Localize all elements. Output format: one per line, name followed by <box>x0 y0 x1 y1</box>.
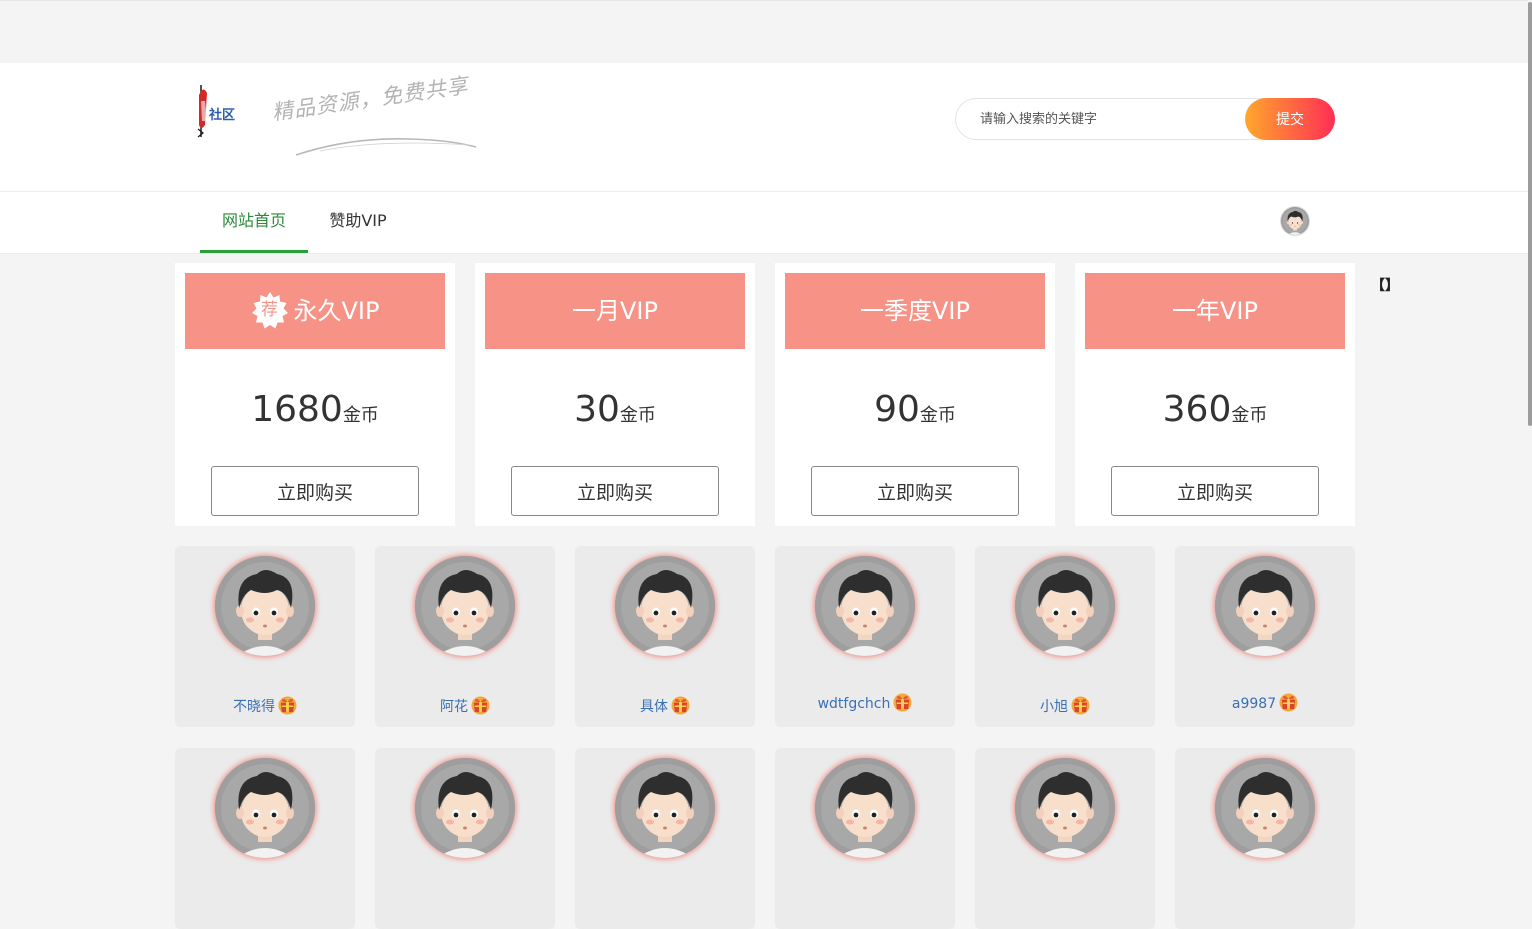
plan-title: 一月VIP <box>572 297 658 325</box>
vip-gift-icon <box>278 696 297 715</box>
member-card[interactable]: a9987 <box>1175 546 1355 727</box>
member-avatar-icon[interactable] <box>615 758 715 858</box>
plan-header: 一年VIP <box>1085 273 1345 349</box>
member-name[interactable]: wdtfgchch <box>818 696 891 712</box>
slogan-text: 精品资源，免费共享 <box>270 73 470 125</box>
plan-price: 360金币 <box>1075 389 1355 430</box>
main-nav: 网站首页 赞助VIP <box>0 192 1528 254</box>
member-card[interactable]: 具体 <box>575 546 755 727</box>
price-unit: 金币 <box>1231 405 1268 426</box>
buy-now-button[interactable]: 立即购买 <box>211 466 419 516</box>
member-card[interactable]: 阿花 <box>375 546 555 727</box>
vip-plan-card: 荐永久VIP 1680金币 立即购买 <box>175 263 455 526</box>
price-value: 30 <box>574 389 620 430</box>
vip-plan-card: 一月VIP 30金币 立即购买 <box>475 263 755 526</box>
member-card[interactable]: wdtfgchch <box>775 546 955 727</box>
buy-now-button[interactable]: 立即购买 <box>811 466 1019 516</box>
scrollbar-thumb[interactable] <box>1528 2 1532 426</box>
price-unit: 金币 <box>619 405 656 426</box>
member-avatar-icon[interactable] <box>815 758 915 858</box>
recommend-badge-text: 荐 <box>261 299 279 320</box>
plan-title: 一年VIP <box>1172 297 1258 325</box>
plan-header: 一季度VIP <box>785 273 1045 349</box>
plan-price: 30金币 <box>475 389 755 430</box>
member-avatar-icon[interactable] <box>415 556 515 656</box>
member-avatar-icon[interactable] <box>215 556 315 656</box>
price-value: 90 <box>874 389 920 430</box>
member-card[interactable] <box>375 748 555 929</box>
member-avatar-icon[interactable] <box>815 556 915 656</box>
site-slogan: 精品资源，免费共享 <box>270 73 485 161</box>
member-avatar-icon[interactable] <box>1215 758 1315 858</box>
search-form: 提交 <box>955 98 1335 140</box>
member-name[interactable]: a9987 <box>1232 696 1276 712</box>
plan-price: 1680金币 <box>175 389 455 430</box>
price-value: 1680 <box>251 389 343 430</box>
vip-gift-icon <box>471 696 490 715</box>
bracket-text: 【】 <box>1371 278 1399 294</box>
member-avatar-icon[interactable] <box>1015 758 1115 858</box>
vip-gift-icon <box>893 693 912 712</box>
member-card[interactable] <box>175 748 355 929</box>
member-card[interactable]: 小旭 <box>975 546 1155 727</box>
member-card[interactable] <box>575 748 755 929</box>
plan-header: 荐永久VIP <box>185 273 445 349</box>
slogan-swoosh <box>295 138 477 156</box>
recommend-badge-icon: 荐 <box>251 291 289 329</box>
plan-price: 90金币 <box>775 389 1055 430</box>
member-avatar-icon[interactable] <box>1215 556 1315 656</box>
member-avatar-icon[interactable] <box>415 758 515 858</box>
vip-gift-icon <box>671 696 690 715</box>
vip-gift-icon <box>1279 693 1298 712</box>
search-input[interactable] <box>955 98 1265 140</box>
site-header: 社区 精品资源，免费共享 提交 <box>0 63 1528 192</box>
top-bar <box>0 0 1532 63</box>
member-name[interactable]: 阿花 <box>440 699 468 715</box>
member-name-link[interactable]: a9987 <box>1175 696 1355 712</box>
price-value: 360 <box>1162 389 1232 430</box>
member-name-link[interactable]: 小旭 <box>975 696 1155 716</box>
member-card[interactable] <box>1175 748 1355 929</box>
member-avatar-icon[interactable] <box>615 556 715 656</box>
member-avatar-icon[interactable] <box>1015 556 1115 656</box>
vip-gift-icon <box>1071 696 1090 715</box>
plan-header: 一月VIP <box>485 273 745 349</box>
vip-plan-card: 一季度VIP 90金币 立即购买 <box>775 263 1055 526</box>
member-name-link[interactable]: 阿花 <box>375 696 555 716</box>
vip-plan-card: 一年VIP 360金币 立即购买 <box>1075 263 1355 526</box>
member-card[interactable]: 不晓得 <box>175 546 355 727</box>
page-scrollbar[interactable] <box>1528 0 1532 791</box>
nav-item-home[interactable]: 网站首页 <box>200 192 308 253</box>
member-name[interactable]: 不晓得 <box>233 699 275 715</box>
price-unit: 金币 <box>342 405 379 426</box>
member-name-link[interactable]: 不晓得 <box>175 696 355 716</box>
svg-text:社区: 社区 <box>208 107 235 123</box>
nav-item-sponsor-vip[interactable]: 赞助VIP <box>318 192 398 253</box>
member-avatar-icon[interactable] <box>215 758 315 858</box>
search-submit-button[interactable]: 提交 <box>1245 98 1335 140</box>
price-unit: 金币 <box>919 405 956 426</box>
site-logo[interactable]: 社区 <box>195 81 237 141</box>
user-avatar-icon[interactable] <box>1280 206 1310 236</box>
member-name[interactable]: 具体 <box>640 699 668 715</box>
member-name-link[interactable]: wdtfgchch <box>775 696 955 712</box>
member-name-link[interactable]: 具体 <box>575 696 755 716</box>
plan-title: 永久VIP <box>293 297 380 325</box>
member-card[interactable] <box>775 748 955 929</box>
member-name[interactable]: 小旭 <box>1040 699 1068 715</box>
buy-now-button[interactable]: 立即购买 <box>1111 466 1319 516</box>
buy-now-button[interactable]: 立即购买 <box>511 466 719 516</box>
plan-title: 一季度VIP <box>860 297 970 325</box>
member-card[interactable] <box>975 748 1155 929</box>
